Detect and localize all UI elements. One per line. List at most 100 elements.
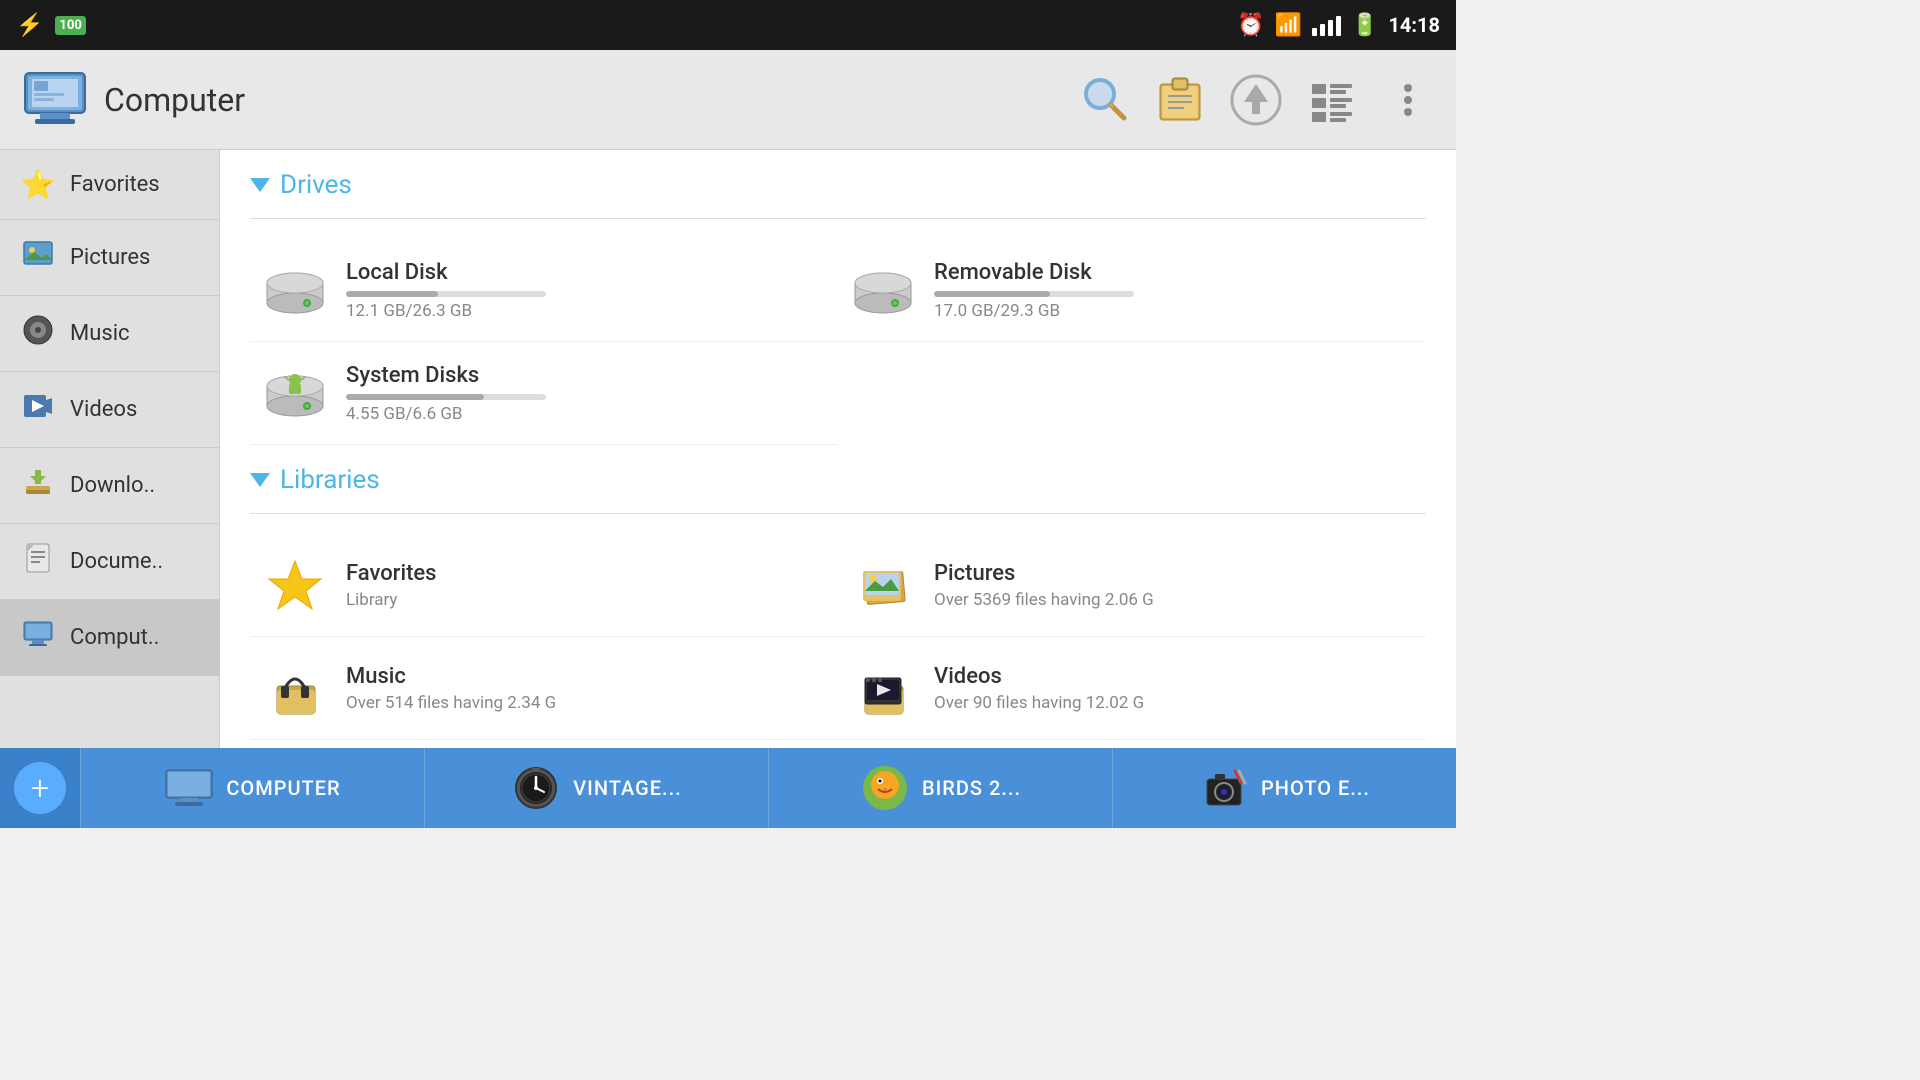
view-toggle-icon (1304, 72, 1360, 128)
local-disk-item[interactable]: Local Disk 12.1 GB/26.3 GB (250, 239, 838, 342)
sidebar-item-music[interactable]: Music (0, 296, 219, 372)
content-area: Drives Local Disk (220, 150, 1456, 748)
sidebar-item-documents-label: Docume.. (70, 549, 163, 574)
alarm-icon: ⏰ (1237, 13, 1264, 38)
libraries-grid: Favorites Library Pict (250, 534, 1426, 740)
search-button[interactable] (1076, 72, 1132, 128)
sidebar-item-favorites[interactable]: ⭐ Favorites (0, 150, 219, 220)
videos-library-detail: Over 90 files having 12.02 G (934, 693, 1144, 713)
local-disk-info: Local Disk 12.1 GB/26.3 GB (346, 260, 546, 321)
main-container: ⭐ Favorites Pictures (0, 150, 1456, 748)
local-disk-progress-fill (346, 291, 438, 297)
taskbar-vintage-label: VINTAGE... (573, 776, 681, 800)
pictures-library-item[interactable]: Pictures Over 5369 files having 2.06 G (838, 534, 1426, 637)
app-icon-container: Computer (20, 65, 245, 135)
system-disks-info: System Disks 4.55 GB/6.6 GB (346, 363, 546, 424)
favorites-library-icon (260, 550, 330, 620)
taskbar-photo-icon (1199, 763, 1249, 813)
favorites-icon: ⭐ (20, 168, 56, 201)
pictures-library-detail: Over 5369 files having 2.06 G (934, 590, 1154, 610)
battery-icon: 🔋 (1351, 13, 1378, 38)
documents-icon (20, 542, 56, 581)
sidebar-item-downloads[interactable]: Downlo.. (0, 448, 219, 524)
sidebar-item-pictures[interactable]: Pictures (0, 220, 219, 296)
libraries-divider (250, 513, 1426, 514)
pictures-library-info: Pictures Over 5369 files having 2.06 G (934, 561, 1154, 610)
view-toggle-button[interactable] (1304, 72, 1360, 128)
taskbar: + COMPUTER (0, 748, 1456, 828)
taskbar-item-birds[interactable]: BIRDS 2... (768, 748, 1112, 828)
sidebar-item-videos[interactable]: Videos (0, 372, 219, 448)
taskbar-item-vintage[interactable]: VINTAGE... (424, 748, 768, 828)
local-disk-icon (260, 255, 330, 325)
drives-divider (250, 218, 1426, 219)
pictures-icon (20, 238, 56, 277)
add-icon: + (14, 762, 66, 814)
taskbar-add-button[interactable]: + (0, 748, 80, 828)
removable-disk-name: Removable Disk (934, 260, 1134, 285)
downloads-icon (20, 466, 56, 505)
taskbar-computer-icon (164, 763, 214, 813)
sidebar-item-computer-label: Comput.. (70, 625, 159, 650)
up-icon (1228, 72, 1284, 128)
music-library-info: Music Over 514 files having 2.34 G (346, 664, 556, 713)
music-library-item[interactable]: Music Over 514 files having 2.34 G (250, 637, 838, 740)
music-icon (20, 314, 56, 353)
videos-library-item[interactable]: Videos Over 90 files having 12.02 G (838, 637, 1426, 740)
toolbar-actions (1076, 72, 1436, 128)
system-disks-progress-fill (346, 394, 484, 400)
sidebar-item-music-label: Music (70, 321, 130, 346)
videos-library-info: Videos Over 90 files having 12.02 G (934, 664, 1144, 713)
status-bar-left: ⚡ 100 (16, 13, 86, 38)
clipboard-icon (1152, 72, 1208, 128)
wifi-icon: 📶 (1275, 13, 1302, 38)
status-bar-right: ⏰ 📶 🔋 14:18 (1237, 13, 1440, 38)
taskbar-item-photo[interactable]: PHOTO E... (1112, 748, 1456, 828)
taskbar-photo-label: PHOTO E... (1261, 776, 1370, 800)
drives-section-header: Drives (250, 170, 1426, 208)
local-disk-progress (346, 291, 546, 297)
system-disks-icon (260, 358, 330, 428)
toolbar: Computer (0, 50, 1456, 150)
sidebar: ⭐ Favorites Pictures (0, 150, 220, 748)
clipboard-button[interactable] (1152, 72, 1208, 128)
taskbar-vintage-icon (511, 763, 561, 813)
libraries-title: Libraries (280, 465, 380, 495)
sidebar-item-documents[interactable]: Docume.. (0, 524, 219, 600)
videos-library-icon (848, 653, 918, 723)
drives-title: Drives (280, 170, 352, 200)
music-library-detail: Over 514 files having 2.34 G (346, 693, 556, 713)
pictures-library-icon (848, 550, 918, 620)
computer-sidebar-icon (20, 618, 56, 657)
drives-triangle (250, 178, 270, 192)
local-disk-detail: 12.1 GB/26.3 GB (346, 301, 546, 321)
removable-disk-progress-fill (934, 291, 1050, 297)
drives-grid: Local Disk 12.1 GB/26.3 GB (250, 239, 1426, 445)
more-options-icon (1393, 72, 1423, 128)
favorites-library-item[interactable]: Favorites Library (250, 534, 838, 637)
up-button[interactable] (1228, 72, 1284, 128)
taskbar-item-computer[interactable]: COMPUTER (80, 748, 424, 828)
signal-icon (1312, 14, 1341, 36)
music-library-name: Music (346, 664, 556, 689)
videos-library-name: Videos (934, 664, 1144, 689)
app-title: Computer (104, 81, 245, 119)
removable-disk-item[interactable]: Removable Disk 17.0 GB/29.3 GB (838, 239, 1426, 342)
sidebar-item-computer[interactable]: Comput.. (0, 600, 219, 676)
time-display: 14:18 (1388, 13, 1440, 37)
taskbar-birds-icon (860, 763, 910, 813)
libraries-section-header: Libraries (250, 465, 1426, 503)
libraries-triangle (250, 473, 270, 487)
removable-disk-info: Removable Disk 17.0 GB/29.3 GB (934, 260, 1134, 321)
videos-icon (20, 390, 56, 429)
sidebar-item-videos-label: Videos (70, 397, 137, 422)
system-disks-item[interactable]: System Disks 4.55 GB/6.6 GB (250, 342, 838, 445)
more-options-button[interactable] (1380, 72, 1436, 128)
sidebar-item-downloads-label: Downlo.. (70, 473, 155, 498)
removable-disk-icon (848, 255, 918, 325)
pictures-library-name: Pictures (934, 561, 1154, 586)
sidebar-item-pictures-label: Pictures (70, 245, 150, 270)
search-icon (1076, 72, 1132, 128)
system-disks-progress (346, 394, 546, 400)
local-disk-name: Local Disk (346, 260, 546, 285)
